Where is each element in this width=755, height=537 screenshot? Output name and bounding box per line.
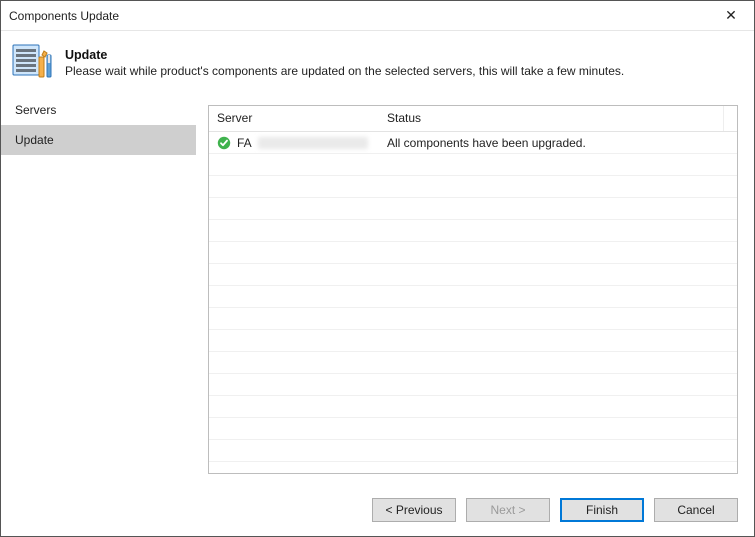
- table-row-empty: [209, 220, 737, 242]
- button-label: Finish: [586, 503, 618, 517]
- table-row-empty: [209, 242, 737, 264]
- success-icon: [217, 136, 231, 150]
- table-row-empty: [209, 374, 737, 396]
- column-header-label: Status: [387, 111, 421, 125]
- column-header-spacer: [723, 106, 737, 131]
- close-button[interactable]: ✕: [710, 2, 752, 30]
- window-title: Components Update: [9, 9, 710, 23]
- next-button[interactable]: Next >: [466, 498, 550, 522]
- previous-button[interactable]: < Previous: [372, 498, 456, 522]
- table-row-empty: [209, 286, 737, 308]
- sidebar-item-servers[interactable]: Servers: [1, 95, 196, 125]
- button-label: < Previous: [385, 503, 442, 517]
- finish-button[interactable]: Finish: [560, 498, 644, 522]
- table-row-empty: [209, 418, 737, 440]
- table-row-empty: [209, 198, 737, 220]
- table-row-empty: [209, 330, 737, 352]
- button-label: Cancel: [677, 503, 714, 517]
- table-row-empty: [209, 176, 737, 198]
- grid-header: Server Status: [209, 106, 737, 132]
- close-icon: ✕: [725, 7, 737, 24]
- title-bar: Components Update ✕: [1, 1, 754, 31]
- update-icon: [11, 41, 55, 85]
- table-row-empty: [209, 264, 737, 286]
- sidebar-item-update[interactable]: Update: [1, 125, 196, 155]
- column-header-server[interactable]: Server: [209, 106, 379, 131]
- table-row-empty: [209, 308, 737, 330]
- button-label: Next >: [490, 503, 525, 517]
- cancel-button[interactable]: Cancel: [654, 498, 738, 522]
- main-panel: Server Status FA All components have been…: [196, 95, 754, 484]
- header-text: Update Please wait while product's compo…: [65, 48, 624, 78]
- table-row-empty: [209, 440, 737, 462]
- cell-status: All components have been upgraded.: [379, 136, 723, 150]
- page-subtitle: Please wait while product's components a…: [65, 64, 624, 78]
- sidebar-item-label: Servers: [15, 103, 56, 117]
- table-row-empty: [209, 154, 737, 176]
- column-header-status[interactable]: Status: [379, 106, 723, 131]
- servers-grid: Server Status FA All components have been…: [208, 105, 738, 474]
- server-name: FA: [237, 136, 252, 150]
- dialog-window: Components Update ✕ Update Please wait w…: [0, 0, 755, 537]
- wizard-footer: < Previous Next > Finish Cancel: [1, 484, 754, 536]
- column-header-label: Server: [217, 111, 252, 125]
- table-row-empty: [209, 396, 737, 418]
- page-title: Update: [65, 48, 624, 62]
- wizard-body: Servers Update Server Status FA All compo…: [1, 95, 754, 484]
- table-row[interactable]: FA All components have been upgraded.: [209, 132, 737, 154]
- wizard-header: Update Please wait while product's compo…: [1, 31, 754, 95]
- table-row-empty: [209, 462, 737, 473]
- cell-server: FA: [209, 136, 379, 150]
- wizard-steps-sidebar: Servers Update: [1, 95, 196, 484]
- grid-body: FA All components have been upgraded.: [209, 132, 737, 473]
- table-row-empty: [209, 352, 737, 374]
- sidebar-item-label: Update: [15, 133, 54, 147]
- redacted-text: [258, 137, 368, 149]
